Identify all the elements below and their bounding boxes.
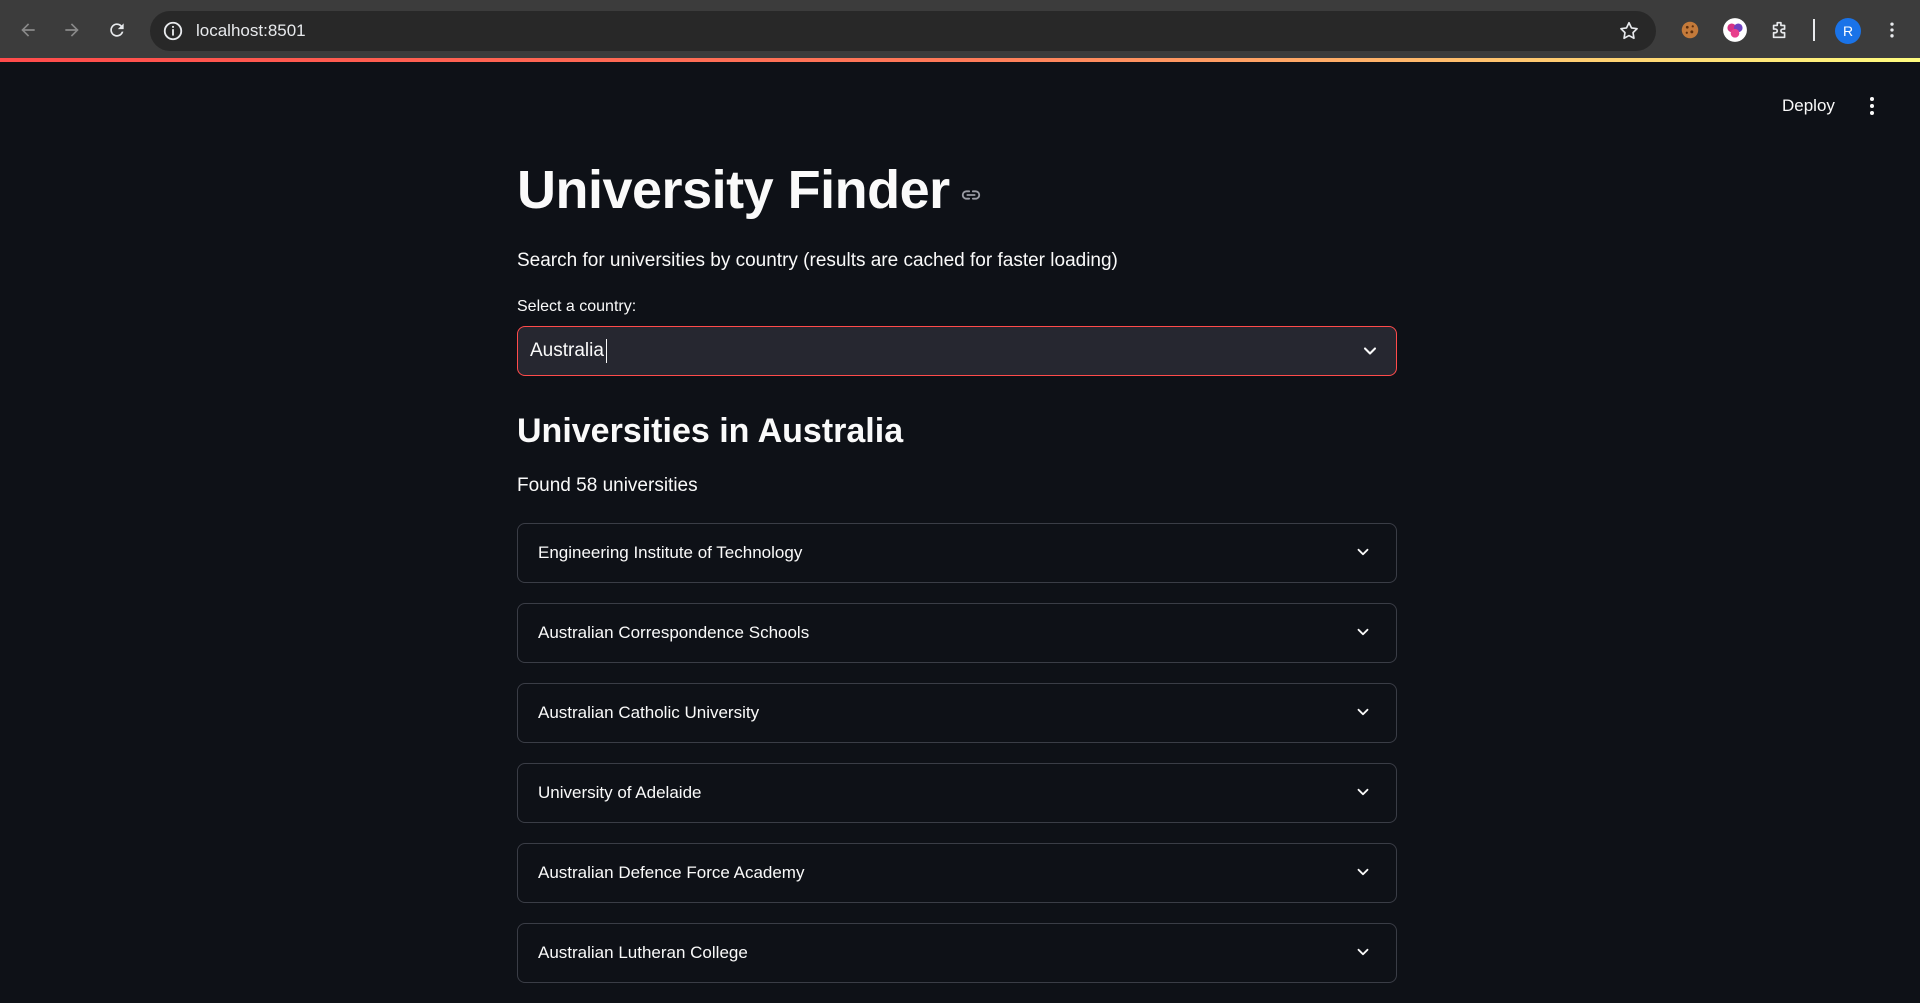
brain-extension-icon[interactable]: [1721, 16, 1749, 44]
page-subtitle: Search for universities by country (resu…: [517, 250, 1118, 271]
chevron-down-icon: [1357, 868, 1369, 876]
address-bar[interactable]: localhost:8501: [150, 11, 1656, 51]
back-arrow-icon: [21, 23, 35, 37]
toolbar-separator: [1813, 19, 1815, 41]
country-select-value[interactable]: Australia: [530, 340, 604, 362]
main-menu-icon[interactable]: [1862, 94, 1882, 118]
bookmark-star-icon[interactable]: [1618, 20, 1640, 42]
chevron-down-icon: [1357, 628, 1369, 636]
browser-menu-icon[interactable]: [1878, 16, 1906, 44]
anchor-link-icon[interactable]: [960, 184, 982, 206]
reload-icon: [110, 23, 124, 37]
country-select[interactable]: Australia: [517, 326, 1397, 376]
university-expander[interactable]: Australian Defence Force Academy: [517, 843, 1397, 903]
reload-button[interactable]: [103, 16, 131, 44]
main-content: University Finder Search for universitie…: [517, 150, 1397, 1003]
text-cursor: [606, 339, 607, 363]
university-name: University of Adelaide: [538, 783, 702, 802]
university-name: Australian Correspondence Schools: [538, 623, 810, 642]
chevron-down-icon: [1357, 708, 1369, 716]
country-select-label: Select a country:: [517, 298, 637, 315]
chevron-down-icon: [1357, 788, 1369, 796]
university-expander[interactable]: Australian Catholic University: [517, 683, 1397, 743]
back-button[interactable]: [14, 16, 42, 44]
chevron-down-icon: [1357, 948, 1369, 956]
forward-arrow-icon: [65, 23, 79, 37]
deploy-button[interactable]: Deploy: [1772, 92, 1845, 120]
extensions-puzzle-icon[interactable]: [1766, 16, 1794, 44]
url-text: localhost:8501: [196, 21, 306, 40]
browser-toolbar: localhost:8501 R: [0, 0, 1920, 61]
university-expander[interactable]: University of Adelaide: [517, 763, 1397, 823]
page-title: University Finder: [517, 160, 950, 220]
chevron-down-icon: [1357, 548, 1369, 556]
site-info-icon[interactable]: [162, 20, 184, 42]
university-expander[interactable]: Australian Correspondence Schools: [517, 603, 1397, 663]
cookie-extension-icon[interactable]: [1676, 16, 1704, 44]
university-name: Engineering Institute of Technology: [538, 543, 803, 562]
university-expander[interactable]: Australian Lutheran College: [517, 923, 1397, 983]
app-header-decoration: [0, 58, 1920, 62]
forward-button[interactable]: [58, 16, 86, 44]
university-name: Australian Defence Force Academy: [538, 863, 805, 882]
chevron-down-icon[interactable]: [1360, 341, 1380, 361]
profile-avatar[interactable]: R: [1835, 18, 1861, 44]
university-name: Australian Catholic University: [538, 703, 760, 722]
results-count: Found 58 universities: [517, 475, 698, 496]
university-expander[interactable]: Engineering Institute of Technology: [517, 523, 1397, 583]
results-heading: Universities in Australia: [517, 412, 904, 450]
university-name: Australian Lutheran College: [538, 943, 748, 962]
university-list: Engineering Institute of Technology Aust…: [517, 523, 1397, 983]
